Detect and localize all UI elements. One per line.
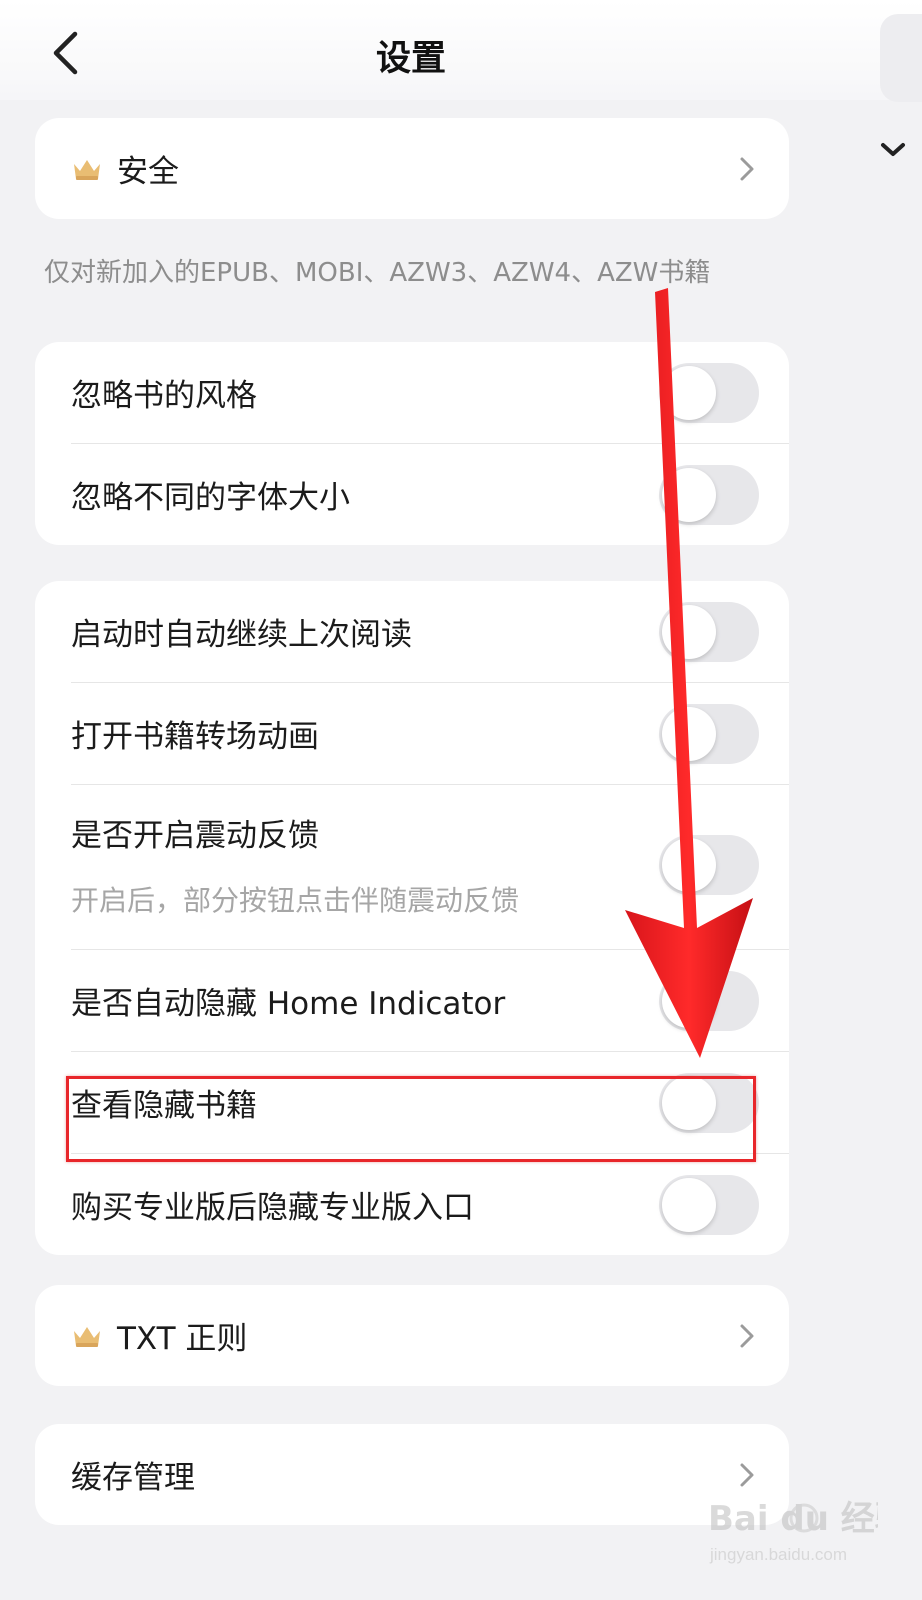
ignore-font-size-label: 忽略不同的字体大小 bbox=[71, 480, 350, 516]
cache-management-row[interactable]: 缓存管理 bbox=[35, 1424, 789, 1525]
security-label: 安全 bbox=[117, 154, 179, 190]
ignore-book-style-row: 忽略书的风格 bbox=[35, 342, 789, 443]
chevron-right-icon bbox=[739, 156, 755, 182]
auto-resume-toggle[interactable] bbox=[659, 601, 759, 662]
ignore-book-style-toggle[interactable] bbox=[659, 362, 759, 423]
chevron-right-icon bbox=[739, 1323, 755, 1349]
auto-resume-row: 启动时自动继续上次阅读 bbox=[35, 581, 789, 682]
page-title: 设置 bbox=[375, 39, 446, 79]
cache-management-label: 缓存管理 bbox=[71, 1460, 195, 1496]
toggle-knob bbox=[662, 706, 716, 761]
adjacent-panel bbox=[880, 14, 922, 102]
txt-rules-row[interactable]: TXT 正则 bbox=[35, 1285, 789, 1386]
style-settings-card: 忽略书的风格 忽略不同的字体大小 bbox=[35, 342, 789, 545]
security-row[interactable]: 安全 bbox=[35, 118, 789, 219]
haptic-feedback-description: 开启后，部分按钮点击伴随震动反馈 bbox=[71, 883, 520, 917]
book-transition-toggle[interactable] bbox=[659, 703, 759, 764]
toggle-knob bbox=[662, 1177, 716, 1232]
txt-rules-label: TXT 正则 bbox=[117, 1321, 248, 1357]
hide-home-indicator-label: 是否自动隐藏 Home Indicator bbox=[71, 986, 506, 1022]
chevron-down-icon bbox=[881, 143, 905, 156]
txt-rules-card: TXT 正则 bbox=[35, 1285, 789, 1386]
crown-icon bbox=[71, 156, 103, 182]
watermark-brand: Bai du 经验 bbox=[708, 1500, 878, 1539]
haptic-feedback-toggle[interactable] bbox=[659, 835, 759, 895]
hide-pro-entry-row: 购买专业版后隐藏专业版入口 bbox=[35, 1154, 789, 1255]
hide-home-indicator-toggle[interactable] bbox=[659, 970, 759, 1031]
toggle-knob bbox=[662, 467, 716, 522]
toggle-knob bbox=[662, 973, 716, 1028]
ignore-font-size-toggle[interactable] bbox=[659, 464, 759, 525]
toggle-knob bbox=[662, 604, 716, 659]
ignore-font-size-row: 忽略不同的字体大小 bbox=[35, 444, 789, 545]
hide-pro-entry-toggle[interactable] bbox=[659, 1174, 759, 1235]
security-card: 安全 bbox=[35, 118, 789, 219]
haptic-feedback-label: 是否开启震动反馈 bbox=[71, 817, 319, 854]
nav-bar: 设置 bbox=[0, 0, 922, 100]
baidu-watermark-logo: Bai du 经验 jingyan.baidu.com bbox=[708, 1500, 878, 1564]
toggle-knob bbox=[662, 365, 716, 420]
auto-resume-label: 启动时自动继续上次阅读 bbox=[71, 617, 412, 653]
book-transition-label: 打开书籍转场动画 bbox=[71, 719, 319, 755]
toggle-knob bbox=[662, 838, 716, 892]
watermark-url: jingyan.baidu.com bbox=[709, 1545, 847, 1564]
book-transition-row: 打开书籍转场动画 bbox=[35, 683, 789, 784]
format-note: 仅对新加入的EPUB、MOBI、AZW3、AZW4、AZW书籍 bbox=[44, 258, 711, 288]
cache-card: 缓存管理 bbox=[35, 1424, 789, 1525]
chevron-right-icon bbox=[739, 1462, 755, 1488]
highlight-box bbox=[66, 1076, 756, 1162]
haptic-feedback-row: 是否开启震动反馈 开启后，部分按钮点击伴随震动反馈 bbox=[35, 785, 789, 949]
hide-home-indicator-row: 是否自动隐藏 Home Indicator bbox=[35, 950, 789, 1051]
ignore-book-style-label: 忽略书的风格 bbox=[71, 378, 257, 414]
hide-pro-entry-label: 购买专业版后隐藏专业版入口 bbox=[71, 1190, 474, 1226]
crown-icon bbox=[71, 1323, 103, 1349]
